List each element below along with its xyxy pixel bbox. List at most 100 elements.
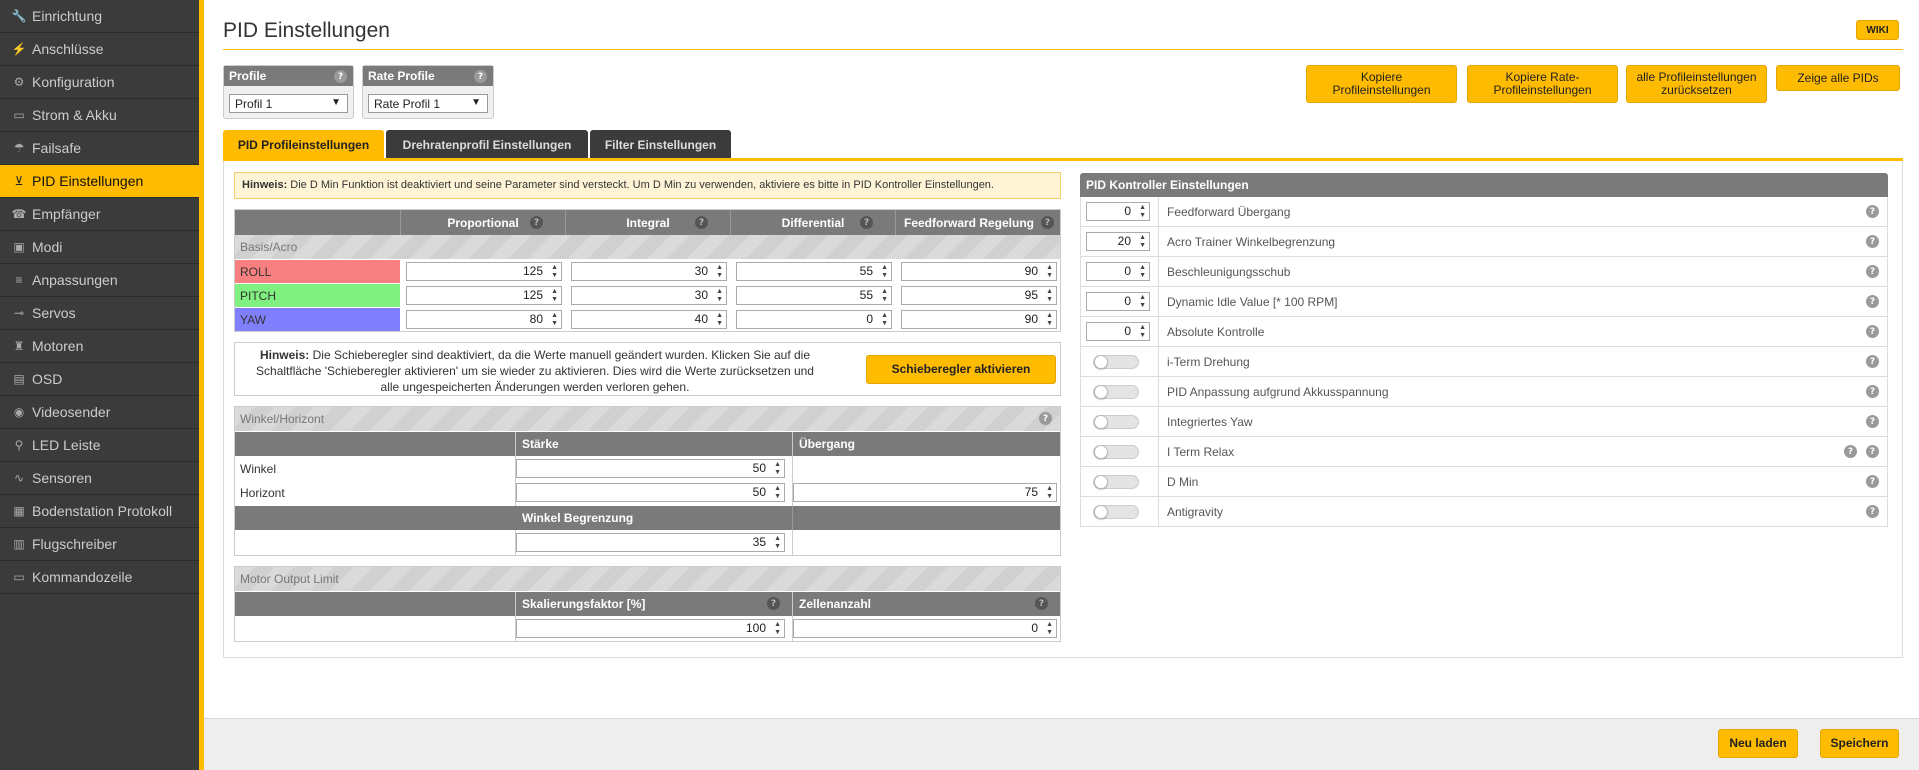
spinner-icon[interactable]: ▲ ▼ (774, 461, 781, 477)
sidebar-item-osd[interactable]: ▤ OSD (0, 363, 199, 396)
help-icon[interactable]: ? (1844, 445, 1857, 458)
sidebar-item-empfaenger[interactable]: ☎ Empfänger (0, 198, 199, 231)
help-icon[interactable]: ? (1041, 216, 1054, 229)
integrated-yaw-toggle[interactable] (1093, 415, 1139, 429)
help-icon[interactable]: ? (1866, 415, 1879, 428)
vbat-pid-compensation-toggle[interactable] (1093, 385, 1139, 399)
help-icon[interactable]: ? (1866, 475, 1879, 488)
sidebar-item-servos[interactable]: ⊸ Servos (0, 297, 199, 330)
iterm-relax-toggle[interactable] (1093, 445, 1139, 459)
sidebar-item-motoren[interactable]: ♜ Motoren (0, 330, 199, 363)
yaw-p-input[interactable]: 80 ▲ ▼ (406, 310, 562, 329)
sidebar-item-strom-akku[interactable]: ▭ Strom & Akku (0, 99, 199, 132)
horizon-strength-input[interactable]: 50 ▲ ▼ (516, 483, 785, 502)
angle-strength-input[interactable]: 50 ▲ ▼ (516, 459, 785, 478)
dynamic-idle-input[interactable]: 0 ▲ ▼ (1086, 292, 1150, 311)
yaw-i-input[interactable]: 40 ▲ ▼ (571, 310, 727, 329)
tab-rate-profile[interactable]: Drehratenprofil Einstellungen (386, 130, 588, 159)
help-icon[interactable]: ? (1866, 325, 1879, 338)
sidebar-item-led-leiste[interactable]: ⚲ LED Leiste (0, 429, 199, 462)
spinner-icon[interactable]: ▲ ▼ (1046, 264, 1053, 280)
wiki-button[interactable]: WIKI (1856, 20, 1899, 40)
scale-factor-input[interactable]: 100 ▲ ▼ (516, 619, 785, 638)
spinner-icon[interactable]: ▲ ▼ (774, 621, 781, 637)
spinner-icon[interactable]: ▲ ▼ (1046, 485, 1053, 501)
spinner-icon[interactable]: ▲ ▼ (716, 312, 723, 328)
show-all-pids-button[interactable]: Zeige alle PIDs (1776, 65, 1900, 91)
d-min-toggle[interactable] (1093, 475, 1139, 489)
sidebar-item-konfiguration[interactable]: ⚙ Konfiguration (0, 66, 199, 99)
sidebar-item-failsafe[interactable]: ☂ Failsafe (0, 132, 199, 165)
spinner-icon[interactable]: ▲ ▼ (881, 264, 888, 280)
sidebar-item-kommandozeile[interactable]: ▭ Kommandozeile (0, 561, 199, 594)
roll-d-input[interactable]: 55 ▲ ▼ (736, 262, 892, 281)
profile-select[interactable]: Profil 1 ▼ (229, 94, 348, 113)
cell-count-input[interactable]: 0 ▲ ▼ (793, 619, 1057, 638)
help-icon[interactable]: ? (1866, 505, 1879, 518)
help-icon[interactable]: ? (1866, 445, 1879, 458)
pitch-ff-input[interactable]: 95 ▲ ▼ (901, 286, 1057, 305)
help-icon[interactable]: ? (1039, 412, 1052, 425)
throttle-boost-input[interactable]: 0 ▲ ▼ (1086, 262, 1150, 281)
help-icon[interactable]: ? (1866, 265, 1879, 278)
roll-ff-input[interactable]: 90 ▲ ▼ (901, 262, 1057, 281)
sidebar-item-modi[interactable]: ▣ Modi (0, 231, 199, 264)
spinner-icon[interactable]: ▲ ▼ (551, 264, 558, 280)
yaw-d-input[interactable]: 0 ▲ ▼ (736, 310, 892, 329)
help-icon[interactable]: ? (1866, 235, 1879, 248)
help-icon[interactable]: ? (767, 597, 780, 610)
roll-p-input[interactable]: 125 ▲ ▼ (406, 262, 562, 281)
sidebar-item-flugschreiber[interactable]: ▥ Flugschreiber (0, 528, 199, 561)
sidebar-item-sensoren[interactable]: ∿ Sensoren (0, 462, 199, 495)
spinner-icon[interactable]: ▲ ▼ (1139, 234, 1146, 250)
tab-pid-profile[interactable]: PID Profileinstellungen (223, 130, 384, 159)
spinner-icon[interactable]: ▲ ▼ (1139, 264, 1146, 280)
rate-profile-select[interactable]: Rate Profil 1 ▼ (368, 94, 488, 113)
spinner-icon[interactable]: ▲ ▼ (881, 312, 888, 328)
spinner-icon[interactable]: ▲ ▼ (774, 535, 781, 551)
spinner-icon[interactable]: ▲ ▼ (716, 264, 723, 280)
tab-filter[interactable]: Filter Einstellungen (590, 130, 731, 159)
spinner-icon[interactable]: ▲ ▼ (1139, 204, 1146, 220)
save-button[interactable]: Speichern (1820, 729, 1899, 758)
pitch-p-input[interactable]: 125 ▲ ▼ (406, 286, 562, 305)
feedforward-transition-input[interactable]: 0 ▲ ▼ (1086, 202, 1150, 221)
spinner-icon[interactable]: ▲ ▼ (1046, 621, 1053, 637)
help-icon[interactable]: ? (334, 70, 347, 83)
spinner-icon[interactable]: ▲ ▼ (1139, 294, 1146, 310)
spinner-icon[interactable]: ▲ ▼ (1046, 288, 1053, 304)
sidebar-item-einrichtung[interactable]: 🔧 Einrichtung (0, 0, 199, 33)
reset-all-profiles-button[interactable]: alle Profileinstellungen zurücksetzen (1626, 65, 1767, 103)
copy-profile-button[interactable]: Kopiere Profileinstellungen (1306, 65, 1457, 103)
spinner-icon[interactable]: ▲ ▼ (774, 485, 781, 501)
iterm-rotation-toggle[interactable] (1093, 355, 1139, 369)
help-icon[interactable]: ? (474, 70, 487, 83)
reload-button[interactable]: Neu laden (1718, 729, 1798, 758)
yaw-ff-input[interactable]: 90 ▲ ▼ (901, 310, 1057, 329)
help-icon[interactable]: ? (1866, 205, 1879, 218)
spinner-icon[interactable]: ▲ ▼ (716, 288, 723, 304)
spinner-icon[interactable]: ▲ ▼ (551, 312, 558, 328)
pitch-d-input[interactable]: 55 ▲ ▼ (736, 286, 892, 305)
sidebar-item-pid-einstellungen[interactable]: ⊻ PID Einstellungen (0, 165, 199, 198)
sidebar-item-bodenstation-protokoll[interactable]: ▦ Bodenstation Protokoll (0, 495, 199, 528)
spinner-icon[interactable]: ▲ ▼ (1046, 312, 1053, 328)
horizon-transition-input[interactable]: 75 ▲ ▼ (793, 483, 1057, 502)
help-icon[interactable]: ? (1866, 385, 1879, 398)
pitch-i-input[interactable]: 30 ▲ ▼ (571, 286, 727, 305)
help-icon[interactable]: ? (1866, 295, 1879, 308)
enable-sliders-button[interactable]: Schieberegler aktivieren (866, 355, 1056, 384)
spinner-icon[interactable]: ▲ ▼ (551, 288, 558, 304)
sidebar-item-videosender[interactable]: ◉ Videosender (0, 396, 199, 429)
angle-limit-input[interactable]: 35 ▲ ▼ (516, 533, 785, 552)
help-icon[interactable]: ? (860, 216, 873, 229)
absolute-control-input[interactable]: 0 ▲ ▼ (1086, 322, 1150, 341)
sidebar-item-anschluesse[interactable]: ⚡ Anschlüsse (0, 33, 199, 66)
antigravity-toggle[interactable] (1093, 505, 1139, 519)
sidebar-item-anpassungen[interactable]: ≡ Anpassungen (0, 264, 199, 297)
help-icon[interactable]: ? (1866, 355, 1879, 368)
roll-i-input[interactable]: 30 ▲ ▼ (571, 262, 727, 281)
help-icon[interactable]: ? (695, 216, 708, 229)
spinner-icon[interactable]: ▲ ▼ (881, 288, 888, 304)
help-icon[interactable]: ? (1035, 597, 1048, 610)
